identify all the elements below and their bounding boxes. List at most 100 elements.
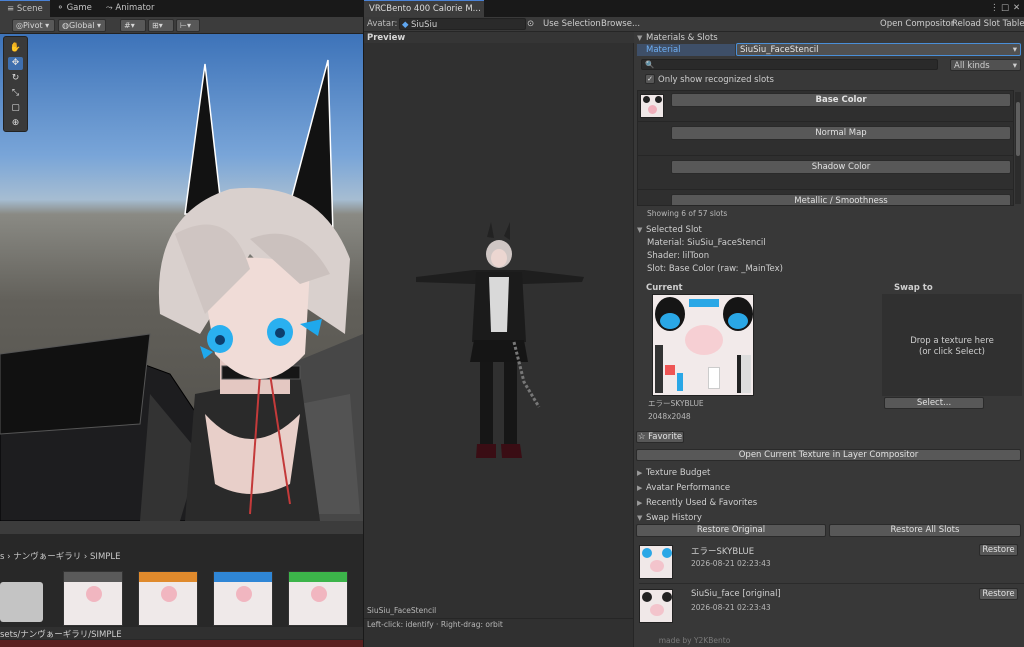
rect-icon: ▢: [11, 103, 20, 113]
history-restore-button[interactable]: Restore: [979, 588, 1018, 600]
maximize-icon[interactable]: □: [1001, 3, 1009, 13]
tab-animator-label: Animator: [115, 3, 155, 13]
kinds-arrow-icon: ▾: [1012, 61, 1017, 71]
recent-favorites-foldout[interactable]: ▶ Recently Used & Favorites: [637, 498, 757, 508]
restore-all-slots-button[interactable]: Restore All Slots: [829, 524, 1021, 537]
preview-divider: [364, 618, 634, 619]
history-row: エラーSKYBLUE 2026-08-21 02:23:43 Restore: [634, 541, 1024, 583]
search-icon: 🔍: [645, 60, 655, 69]
preview-panel[interactable]: Preview SiuSiu_FaceStencil Left-click: i…: [364, 32, 634, 647]
more-options-icon[interactable]: ⋮: [990, 3, 999, 13]
rotate-tool-button[interactable]: ↻: [8, 72, 23, 85]
materials-slots-foldout[interactable]: ▼ Materials & Slots: [637, 33, 718, 43]
slot-list[interactable]: Base Color Normal Map Shadow Color Metal…: [637, 90, 1014, 206]
texture-budget-label: Texture Budget: [646, 468, 711, 478]
history-thumb: [639, 589, 673, 623]
selected-shader: Shader: lilToon: [647, 251, 710, 261]
history-thumb: [639, 545, 673, 579]
slot-shadow-color-button[interactable]: Shadow Color: [671, 160, 1011, 174]
grid-toggle-button[interactable]: #▾: [120, 19, 146, 32]
scene-tab-icon: ≡: [7, 4, 17, 14]
move-tool-button[interactable]: ✥: [8, 57, 23, 70]
scene-viewport[interactable]: [0, 34, 363, 521]
kinds-value: All kinds: [954, 61, 990, 71]
history-restore-button[interactable]: Restore: [979, 544, 1018, 556]
showing-count: Showing 6 of 57 slots: [647, 209, 728, 218]
only-recognized-checkbox[interactable]: ✓: [645, 74, 655, 84]
favorite-button[interactable]: ☆ Favorite: [636, 431, 684, 443]
tab-animator[interactable]: ⤳ Animator: [99, 0, 162, 17]
globe-icon: ◍: [62, 21, 69, 30]
scale-tool-button[interactable]: ⤡: [8, 87, 23, 100]
selected-slot-label: Selected Slot: [646, 225, 702, 235]
slot-base-color-button[interactable]: Base Color: [671, 93, 1011, 107]
project-breadcrumb[interactable]: s › ナンヴぁーギラリ › SIMPLE: [0, 550, 121, 562]
slot-divider: [638, 189, 1013, 190]
footer-credit: made by Y2KBento: [658, 636, 731, 645]
preview-label: Preview: [367, 33, 406, 43]
scale-icon: ⤡: [11, 88, 20, 98]
texture-budget-foldout[interactable]: ▶ Texture Budget: [637, 468, 710, 478]
material-value: SiuSiu_FaceStencil: [740, 45, 819, 55]
snap-toggle-button[interactable]: ⊞▾: [148, 19, 174, 32]
slot-metallic-button[interactable]: Metallic / Smoothness: [671, 194, 1011, 205]
texture-thumb-1[interactable]: [63, 571, 123, 626]
foldout-closed-icon: ▶: [637, 499, 643, 507]
open-layer-compositor-button[interactable]: Open Current Texture in Layer Compositor: [636, 449, 1021, 461]
preview-material-name: SiuSiu_FaceStencil: [367, 606, 437, 615]
project-path: sets/ナンヴぁーギラリ/SIMPLE: [0, 630, 122, 640]
restore-original-button[interactable]: Restore Original: [636, 524, 826, 537]
current-texture-size: 2048x2048: [648, 412, 691, 421]
folder-icon[interactable]: [0, 582, 43, 622]
increment-snap-button[interactable]: ⊢▾: [176, 19, 200, 32]
global-label: Global: [68, 21, 95, 30]
object-picker-icon[interactable]: ⊙: [527, 19, 534, 29]
scene-tab-bar: ≡ Scene ⚬ Game ⤳ Animator: [0, 0, 363, 17]
current-label: Current: [646, 283, 683, 293]
current-texture-preview[interactable]: [652, 294, 754, 396]
tab-scene-label: Scene: [16, 4, 43, 14]
hand-tool-button[interactable]: ✋: [8, 42, 23, 55]
selected-slot-name: Slot: Base Color (raw: _MainTex): [647, 264, 783, 274]
use-selection-button[interactable]: Use Selection: [543, 19, 601, 29]
tool-palette: ✋ ✥ ↻ ⤡ ▢ ⊕: [3, 36, 28, 132]
foldout-open-icon: ▼: [637, 514, 643, 522]
reload-slot-table-button[interactable]: Reload Slot Table: [952, 19, 1024, 29]
material-dropdown[interactable]: SiuSiu_FaceStencil ▾: [736, 43, 1021, 56]
rect-tool-button[interactable]: ▢: [8, 102, 23, 115]
tab-scene[interactable]: ≡ Scene: [0, 0, 50, 17]
pivot-dropdown[interactable]: ◎Pivot ▾: [12, 19, 55, 32]
material-label: Material: [646, 45, 681, 55]
open-compositor-button[interactable]: Open Compositor: [880, 19, 954, 29]
slot-normal-map-button[interactable]: Normal Map: [671, 126, 1011, 140]
swap-to-label: Swap to: [894, 283, 933, 293]
tab-game[interactable]: ⚬ Game: [50, 0, 99, 17]
kinds-dropdown[interactable]: All kinds ▾: [950, 59, 1021, 71]
texture-thumb-2[interactable]: [138, 571, 198, 626]
slot-search-input[interactable]: 🔍: [641, 59, 938, 70]
close-icon[interactable]: ✕: [1013, 3, 1020, 13]
slot-list-scrollbar[interactable]: [1015, 92, 1021, 204]
transform-tool-button[interactable]: ⊕: [8, 117, 23, 130]
slot-divider: [638, 121, 1013, 122]
avatar-performance-foldout[interactable]: ▶ Avatar Performance: [637, 483, 730, 493]
selected-slot-foldout[interactable]: ▼ Selected Slot: [637, 225, 702, 235]
game-tab-icon: ⚬: [56, 3, 67, 13]
avatar-object-field[interactable]: ◆ SiuSiu: [399, 18, 526, 30]
global-dropdown[interactable]: ◍Global ▾: [58, 19, 106, 32]
foldout-closed-icon: ▶: [637, 484, 643, 492]
select-texture-button[interactable]: Select...: [884, 397, 984, 409]
texture-thumb-3[interactable]: [213, 571, 273, 626]
history-row: SiuSiu_face [original] 2026-08-21 02:23:…: [634, 585, 1024, 627]
texture-thumb-4[interactable]: [288, 571, 348, 626]
foldout-open-icon: ▼: [637, 226, 643, 234]
rotate-icon: ↻: [11, 73, 20, 83]
history-time: 2026-08-21 02:23:43: [691, 603, 771, 612]
avatar-value: SiuSiu: [411, 20, 438, 30]
current-texture-name: エラーSKYBLUE: [648, 399, 704, 408]
swap-history-foldout[interactable]: ▼ Swap History: [637, 513, 702, 523]
texture-drop-zone[interactable]: Drop a texture here (or click Select): [882, 294, 1022, 396]
materials-slots-label: Materials & Slots: [646, 33, 718, 43]
browse-button[interactable]: Browse...: [601, 19, 640, 29]
scrollbar-thumb[interactable]: [1016, 102, 1020, 156]
